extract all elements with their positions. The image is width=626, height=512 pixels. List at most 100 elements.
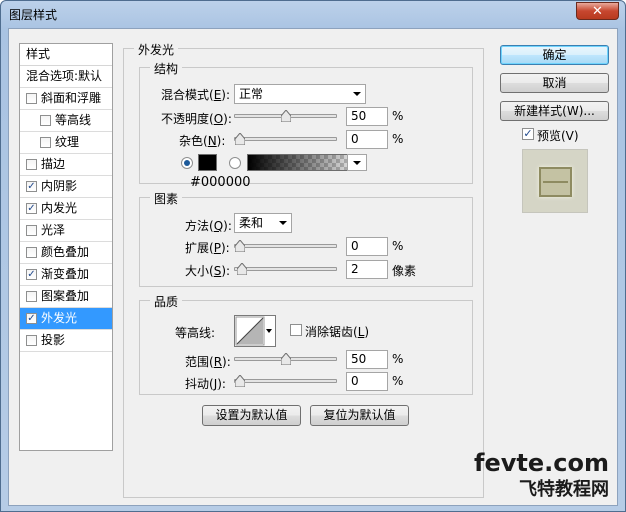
style-enable-checkbox[interactable]: ✓ <box>26 269 37 280</box>
noise-percent: % <box>392 132 404 146</box>
solid-color-radio[interactable] <box>181 157 193 169</box>
chevron-down-icon <box>266 329 272 333</box>
slider-thumb[interactable] <box>235 240 245 252</box>
anti-aliased-checkbox[interactable] <box>290 324 302 336</box>
preview-checkbox[interactable]: ✓ <box>522 128 534 140</box>
style-list-item-label: 内阴影 <box>41 179 78 193</box>
contour-picker[interactable] <box>234 315 276 347</box>
slider-thumb[interactable] <box>280 353 291 365</box>
opacity-slider[interactable] <box>234 109 337 123</box>
technique-select[interactable]: 柔和 <box>234 213 292 233</box>
contour-label: 等高线: <box>175 326 216 340</box>
preview-swatch <box>539 167 572 197</box>
style-enable-checkbox[interactable] <box>40 115 51 126</box>
opacity-percent: % <box>392 109 404 123</box>
cancel-button[interactable]: 取消 <box>500 73 609 93</box>
style-enable-checkbox[interactable] <box>26 93 37 104</box>
gradient-radio[interactable] <box>229 157 241 169</box>
style-enable-checkbox[interactable] <box>26 291 37 302</box>
style-enable-checkbox[interactable] <box>40 137 51 148</box>
spread-input[interactable]: 0 <box>346 237 388 256</box>
preview-label: 预览(V) <box>537 129 579 143</box>
slider-thumb[interactable] <box>235 375 245 387</box>
style-enable-checkbox[interactable] <box>26 335 37 346</box>
slider-track <box>234 267 337 271</box>
jitter-input[interactable]: 0 <box>346 372 388 391</box>
range-input[interactable]: 50 <box>346 350 388 369</box>
style-list-item-label: 投影 <box>41 333 66 347</box>
blend-mode-label: 混合模式(E): <box>161 88 231 102</box>
contour-linear-icon <box>235 316 265 346</box>
style-list-item[interactable]: 描边 <box>20 154 112 176</box>
dialog-client-area: 样式 混合选项:默认斜面和浮雕等高线纹理描边 ✓ 内阴影 ✓ 内发光光泽颜色叠加 ✓ 渐变叠… <box>8 28 618 506</box>
size-input[interactable]: 2 <box>346 260 388 279</box>
watermark-domain: fevte.com <box>474 449 609 477</box>
gradient-picker-button[interactable] <box>347 154 367 171</box>
new-style-button[interactable]: 新建样式(W)... <box>500 101 609 121</box>
slider-track <box>234 379 337 383</box>
style-list-item[interactable]: ✓ 外发光 <box>20 308 112 330</box>
style-list-item-label: 斜面和浮雕 <box>41 91 102 105</box>
slider-track <box>234 244 337 248</box>
style-enable-checkbox[interactable]: ✓ <box>26 313 37 324</box>
structure-title: 结构 <box>150 60 183 77</box>
make-default-button[interactable]: 设置为默认值 <box>202 405 301 426</box>
style-list-item[interactable]: 颜色叠加 <box>20 242 112 264</box>
chevron-down-icon <box>353 161 361 165</box>
slider-track <box>234 137 337 141</box>
noise-slider[interactable] <box>234 132 337 146</box>
style-enable-checkbox[interactable]: ✓ <box>26 203 37 214</box>
style-list-item-label: 纹理 <box>55 135 80 149</box>
anti-aliased-label: 消除锯齿(L) <box>305 325 370 339</box>
style-list-item[interactable]: 光泽 <box>20 220 112 242</box>
style-list-item-label: 混合选项:默认 <box>26 69 103 83</box>
range-percent: % <box>392 352 404 366</box>
style-list-item-label: 颜色叠加 <box>41 245 90 259</box>
quality-title: 品质 <box>150 293 183 310</box>
style-list-header[interactable]: 样式 <box>20 44 112 66</box>
glow-color-hex: #000000 <box>190 175 251 190</box>
style-list: 样式 混合选项:默认斜面和浮雕等高线纹理描边 ✓ 内阴影 ✓ 内发光光泽颜色叠加 ✓ 渐变叠… <box>19 43 113 451</box>
glow-color-swatch[interactable] <box>198 154 217 171</box>
method-label: 方法(Q): <box>185 219 232 233</box>
noise-label: 杂色(N): <box>179 134 226 148</box>
opacity-input[interactable]: 50 <box>346 107 388 126</box>
title-bar[interactable]: 图层样式 ✕ <box>1 1 625 27</box>
range-slider[interactable] <box>234 352 337 366</box>
window-title: 图层样式 <box>9 8 58 22</box>
watermark-site-name: 飞特教程网 <box>519 479 609 500</box>
site-watermark: fevte.com 飞特教程网 <box>474 449 609 501</box>
ok-button[interactable]: 确定 <box>500 45 609 65</box>
slider-thumb[interactable] <box>236 263 247 275</box>
style-list-item-label: 外发光 <box>41 311 78 325</box>
style-list-item-label: 光泽 <box>41 223 66 237</box>
style-enable-checkbox[interactable] <box>26 159 37 170</box>
style-list-item[interactable]: 纹理 <box>20 132 112 154</box>
style-list-item[interactable]: 图案叠加 <box>20 286 112 308</box>
style-list-item[interactable]: 等高线 <box>20 110 112 132</box>
style-list-item[interactable]: ✓ 渐变叠加 <box>20 264 112 286</box>
style-enable-checkbox[interactable] <box>26 247 37 258</box>
slider-thumb[interactable] <box>280 110 291 122</box>
style-enable-checkbox[interactable]: ✓ <box>26 181 37 192</box>
style-list-item[interactable]: 斜面和浮雕 <box>20 88 112 110</box>
close-button[interactable]: ✕ <box>576 2 619 20</box>
style-enable-checkbox[interactable] <box>26 225 37 236</box>
spread-percent: % <box>392 239 404 253</box>
style-list-item[interactable]: ✓ 内阴影 <box>20 176 112 198</box>
jitter-slider[interactable] <box>234 374 337 388</box>
reset-default-button[interactable]: 复位为默认值 <box>310 405 409 426</box>
style-list-item[interactable]: 混合选项:默认 <box>20 66 112 88</box>
noise-input[interactable]: 0 <box>346 130 388 149</box>
spread-slider[interactable] <box>234 239 337 253</box>
blend-mode-select[interactable]: 正常 <box>234 84 366 104</box>
style-list-item[interactable]: 投影 <box>20 330 112 352</box>
style-list-item[interactable]: ✓ 内发光 <box>20 198 112 220</box>
range-label: 范围(R): <box>185 355 231 369</box>
layer-style-dialog: 图层样式 ✕ 样式 混合选项:默认斜面和浮雕等高线纹理描边 ✓ 内阴影 ✓ 内发光光泽颜… <box>0 0 626 512</box>
size-slider[interactable] <box>234 262 337 276</box>
style-preview-thumbnail <box>522 149 588 213</box>
outer-glow-group-title: 外发光 <box>134 41 179 58</box>
slider-thumb[interactable] <box>235 133 245 145</box>
jitter-label: 抖动(J): <box>185 377 226 391</box>
